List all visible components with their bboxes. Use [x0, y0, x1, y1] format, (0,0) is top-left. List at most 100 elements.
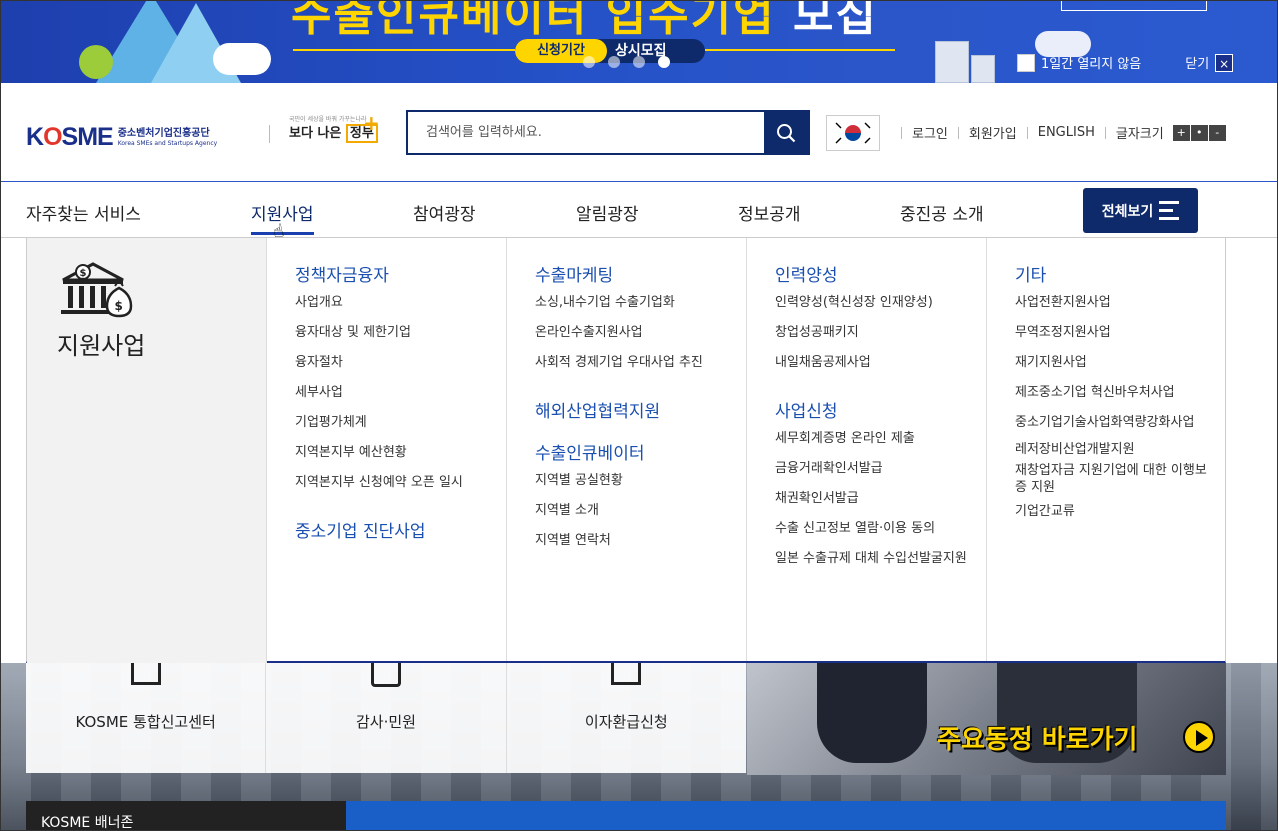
korea-flag-icon[interactable] — [826, 115, 880, 151]
all-menu-label: 전체보기 — [1101, 203, 1154, 220]
search-icon — [777, 123, 796, 142]
report-center-icon — [130, 663, 161, 685]
menu-item[interactable]: 재기지원사업 — [1015, 348, 1215, 378]
main-navigation: 자주찾는 서비스 지원사업 참여광장 알림광장 정보공개 중진공 소개 전체보기 — [1, 181, 1277, 238]
no-show-checkbox[interactable] — [1017, 53, 1035, 72]
menu-column-export: 수출마케팅 소싱,내수기업 수출기업화 온라인수출지원사업 사회적 경제기업 우… — [507, 238, 747, 661]
nav-participation[interactable]: 참여광장 — [413, 200, 476, 225]
menu-item[interactable]: 창업성공패키지 — [775, 318, 933, 348]
menu-column-policy-fund: 정책자금융자 사업개요 융자대상 및 제한기업 융자절차 세부사업 기업평가체계… — [267, 238, 507, 661]
logo-subtitle: 중소벤처기업진흥공단 Korea SMEs and Startups Agenc… — [117, 127, 218, 147]
menu-item[interactable]: 소싱,내수기업 수출기업화 — [535, 288, 703, 318]
nav-notices[interactable]: 알림광장 — [576, 200, 639, 225]
font-decrease-button[interactable]: - — [1208, 124, 1226, 141]
banner-more-button[interactable] — [1061, 1, 1207, 11]
menu-item[interactable]: 재창업자금 지원기업에 대한 이행보증 지원 — [1015, 462, 1215, 502]
menu-group-list: 사업전환지원사업 무역조정지원사업 재기지원사업 제조중소기업 혁신바우처사업 … — [1015, 288, 1215, 528]
utility-links: 로그인 회원가입 ENGLISH 글자크기 + • - — [891, 123, 1226, 142]
menu-item[interactable]: 내일채움공제사업 — [775, 348, 933, 378]
menu-item[interactable]: 지역본지부 예산현황 — [295, 438, 463, 468]
menu-group-list: 소싱,내수기업 수출기업화 온라인수출지원사업 사회적 경제기업 우대사업 추진 — [535, 288, 703, 378]
main-content-area: KOSME 통합신고센터 감사·민원 이자환급신청 주요동정 바로가기 KOSM… — [1, 663, 1277, 830]
menu-group-title[interactable]: 사업신청 — [775, 397, 838, 422]
menu-item[interactable]: 융자대상 및 제한기업 — [295, 318, 463, 348]
font-size-label: 글자크기 — [1115, 127, 1164, 142]
nav-about-kosme[interactable]: 중진공 소개 — [900, 200, 984, 225]
menu-item[interactable]: 금융거래확인서발급 — [775, 454, 967, 484]
quick-link-audit[interactable]: 감사·민원 — [266, 663, 507, 773]
link-separator — [1026, 126, 1028, 139]
building-decoration — [971, 55, 995, 83]
nav-info-disclosure[interactable]: 정보공개 — [738, 200, 801, 225]
taegeukgi-icon — [832, 119, 874, 147]
menu-item[interactable]: 세부사업 — [295, 378, 463, 408]
slide-dot[interactable] — [608, 56, 620, 68]
banner-divider — [705, 49, 895, 51]
menu-item[interactable]: 온라인수출지원사업 — [535, 318, 703, 348]
menu-item[interactable]: 지역본지부 신청예약 오픈 일시 — [295, 468, 463, 498]
menu-item[interactable]: 지역별 공실현황 — [535, 466, 623, 496]
menu-item[interactable]: 세무회계증명 온라인 제출 — [775, 424, 967, 454]
menu-item[interactable]: 기업간교류 — [1015, 502, 1215, 528]
slide-dot[interactable] — [633, 56, 645, 68]
english-link[interactable]: ENGLISH — [1038, 125, 1095, 140]
link-separator — [957, 126, 959, 139]
nav-frequent-services[interactable]: 자주찾는 서비스 — [26, 200, 141, 225]
banner-title: 수출인큐베이터 입주기업 모집 — [291, 1, 878, 41]
menu-group-title[interactable]: 해외산업협력지원 — [535, 397, 660, 422]
menu-column-etc: 기타 사업전환지원사업 무역조정지원사업 재기지원사업 제조중소기업 혁신바우처… — [987, 238, 1227, 661]
menu-item[interactable]: 지역별 소개 — [535, 496, 623, 526]
menu-item[interactable]: 융자절차 — [295, 348, 463, 378]
menu-item[interactable]: 레저장비산업개발지원 — [1015, 438, 1215, 462]
menu-item[interactable]: 무역조정지원사업 — [1015, 318, 1215, 348]
quick-link-label: 이자환급신청 — [584, 713, 668, 731]
menu-item[interactable]: 사업개요 — [295, 288, 463, 318]
menu-group-title[interactable]: 인력양성 — [775, 261, 838, 286]
menu-item[interactable]: 일본 수출규제 대체 수입선발굴지원 — [775, 544, 967, 574]
photo-person — [817, 663, 927, 763]
logo-separator — [269, 125, 270, 143]
slide-dot-active[interactable] — [658, 56, 670, 68]
menu-group-title[interactable]: 수출인큐베이터 — [535, 439, 644, 464]
menu-item[interactable]: 사회적 경제기업 우대사업 추진 — [535, 348, 703, 378]
menu-item[interactable]: 중소기업기술사업화역량강화사업 — [1015, 408, 1215, 438]
all-menu-button[interactable]: 전체보기 — [1083, 188, 1198, 233]
menu-group-title[interactable]: 기타 — [1015, 261, 1046, 286]
menu-item[interactable]: 수출 신고정보 열람·이용 동의 — [775, 514, 967, 544]
menu-item[interactable]: 지역별 연락처 — [535, 526, 623, 556]
slide-dot[interactable] — [583, 56, 595, 68]
search-box — [406, 110, 810, 155]
menu-item[interactable]: 기업평가체계 — [295, 408, 463, 438]
kosme-logo[interactable]: KOSME 중소벤처기업진흥공단 Korea SMEs and Startups… — [26, 123, 217, 152]
quick-link-report-center[interactable]: KOSME 통합신고센터 — [26, 663, 267, 773]
search-input[interactable] — [408, 112, 764, 153]
menu-item[interactable]: 사업전환지원사업 — [1015, 288, 1215, 318]
login-link[interactable]: 로그인 — [912, 123, 948, 142]
audit-doc-icon — [370, 663, 401, 687]
hamburger-icon — [1159, 201, 1180, 220]
close-icon[interactable]: × — [1215, 53, 1234, 72]
svg-text:$: $ — [80, 268, 87, 279]
banner-divider — [293, 49, 515, 51]
quick-link-interest-refund[interactable]: 이자환급신청 — [507, 663, 746, 773]
no-show-label[interactable]: 1일간 열리지 않음 — [1041, 53, 1141, 72]
close-banner-label[interactable]: 닫기 — [1185, 53, 1209, 72]
bank-money-icon: $ $ — [61, 262, 133, 318]
font-reset-button[interactable]: • — [1190, 124, 1208, 141]
gov-logo[interactable]: 국민이 세상을 바꿔 가꾸는나라 보다 나은 정부 + — [289, 113, 380, 143]
signup-link[interactable]: 회원가입 — [969, 123, 1017, 142]
news-shortcut-banner[interactable]: 주요동정 바로가기 — [747, 663, 1226, 775]
menu-group-title[interactable]: 중소기업 진단사업 — [295, 517, 426, 542]
font-increase-button[interactable]: + — [1172, 124, 1190, 141]
top-promo-banner[interactable]: 수출인큐베이터 입주기업 모집 신청기간 상시모집 1일간 열리지 않음 닫기 … — [1, 1, 1277, 83]
search-button[interactable] — [764, 112, 808, 153]
menu-item[interactable]: 인력양성(혁신성장 인재양성) — [775, 288, 933, 318]
play-arrow-icon — [1183, 721, 1215, 753]
link-separator — [901, 126, 902, 139]
mega-menu-title: 지원사업 — [57, 332, 146, 360]
menu-group-list: 세무회계증명 온라인 제출 금융거래확인서발급 채권확인서발급 수출 신고정보 … — [775, 424, 967, 574]
menu-group-title[interactable]: 수출마케팅 — [535, 261, 613, 286]
menu-group-title[interactable]: 정책자금융자 — [295, 261, 389, 286]
menu-item[interactable]: 채권확인서발급 — [775, 484, 967, 514]
menu-item[interactable]: 제조중소기업 혁신바우처사업 — [1015, 378, 1215, 408]
